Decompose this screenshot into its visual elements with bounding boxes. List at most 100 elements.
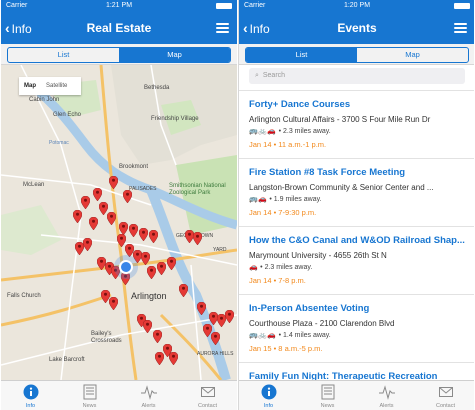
map-type-control: Map Satellite (19, 77, 81, 95)
event-date: Jan 14 • 7-9:30 p.m. (249, 208, 317, 217)
alerts-icon (140, 385, 157, 400)
map-pin-icon[interactable] (155, 352, 164, 365)
tab-alerts[interactable]: Alerts (357, 381, 416, 410)
events-screen: Carrier 1:20 PM ‹ Info Events List Map ⌕ … (238, 0, 474, 410)
tab-contact[interactable]: Contact (416, 381, 474, 410)
alerts-icon (378, 385, 395, 400)
tab-info[interactable]: Info (239, 381, 298, 410)
status-bar: Carrier 1:21 PM (1, 0, 237, 12)
list-item[interactable]: How the C&O Canal and W&OD Railroad Shap… (239, 226, 474, 294)
tab-news[interactable]: News (298, 381, 357, 410)
list-map-toggle: List Map (245, 47, 469, 63)
event-location: Langston-Brown Community & Senior Center… (249, 183, 434, 192)
map-type-map[interactable]: Map (19, 77, 41, 95)
back-button[interactable]: ‹ Info (243, 20, 270, 37)
map-label-friendship-village: Friendship Village (151, 116, 199, 122)
segment-map[interactable]: Map (119, 48, 230, 62)
map-pin-icon[interactable] (167, 257, 176, 270)
map-pin-icon[interactable] (193, 232, 202, 245)
back-button[interactable]: ‹ Info (5, 20, 32, 37)
list-item[interactable]: Fire Station #8 Task Force Meeting Langs… (239, 158, 474, 226)
map-type-satellite[interactable]: Satellite (41, 77, 72, 95)
map-pin-icon[interactable] (93, 188, 102, 201)
map-pin-icon[interactable] (157, 262, 166, 275)
tab-alerts[interactable]: Alerts (119, 381, 178, 410)
list-map-toggle: List Map (7, 47, 231, 63)
map-label-baileys-crossroads: Bailey's Crossroads (91, 331, 122, 344)
list-item[interactable]: In-Person Absentee Voting Courthouse Pla… (239, 294, 474, 362)
contact-icon (438, 387, 453, 397)
segment-list[interactable]: List (8, 48, 119, 62)
map-label-cabin-john: Cabin John (29, 97, 60, 103)
map-pin-icon[interactable] (179, 284, 188, 297)
tab-label: Contact (436, 403, 455, 409)
map-pin-icon[interactable] (225, 310, 234, 323)
tab-contact[interactable]: Contact (178, 381, 237, 410)
map-pin-icon[interactable] (211, 332, 220, 345)
chevron-left-icon: ‹ (5, 20, 10, 36)
map-label-lake-barcroft: Lake Barcroft (49, 357, 85, 363)
tab-label: Info (25, 403, 36, 409)
event-location: Arlington Cultural Affairs - 3700 S Four… (249, 115, 431, 124)
event-distance: • 1.9 miles away. (269, 196, 322, 203)
navigation-bar: ‹ Info Real Estate (1, 12, 237, 44)
events-list: Forty+ Dance Courses Arlington Cultural … (239, 90, 474, 380)
segment-map[interactable]: Map (357, 48, 468, 62)
map-view[interactable]: Map Satellite Bethesda Cabin John Glen E… (1, 65, 237, 380)
news-icon (83, 384, 96, 400)
tab-label: News (82, 403, 97, 409)
event-distance-row: 🚌🚲🚗 • 2.3 miles away. (249, 127, 465, 137)
map-pin-icon[interactable] (73, 210, 82, 223)
screenshot-stage: Carrier 1:21 PM ‹ Info Real Estate List M… (0, 0, 475, 410)
map-pin-icon[interactable] (141, 252, 150, 265)
map-pin-icon[interactable] (109, 297, 118, 310)
search-icon: ⌕ (255, 72, 259, 79)
list-item[interactable]: Family Fun Night: Therapeutic Recreation (239, 362, 474, 380)
map-pin-icon[interactable] (109, 176, 118, 189)
search-input[interactable]: ⌕ Search (249, 68, 465, 84)
map-pin-icon[interactable] (123, 190, 132, 203)
map-pin-icon[interactable] (75, 242, 84, 255)
map-pin-icon[interactable] (153, 330, 162, 343)
map-label-brookmont: Brookmont (119, 164, 149, 170)
event-distance-row: 🚗 • 2.3 miles away. (249, 263, 465, 273)
map-label-bethesda: Bethesda (144, 85, 170, 91)
event-date: Jan 14 • 7-8 p.m. (249, 276, 306, 285)
segment-bar: List Map (239, 44, 474, 65)
tab-news[interactable]: News (60, 381, 119, 410)
tab-bar: Info News Alerts Contact (239, 380, 474, 410)
map-pin-icon[interactable] (81, 196, 90, 209)
event-location: Marymount University - 4655 26th St N (249, 251, 387, 260)
tab-info[interactable]: Info (1, 381, 60, 410)
map-label-mclean: McLean (23, 182, 45, 188)
map-pin-icon[interactable] (89, 217, 98, 230)
event-distance: • 2.3 miles away. (278, 128, 331, 135)
map-label-glen-echo: Glen Echo (53, 112, 82, 118)
map-pin-icon[interactable] (169, 352, 178, 365)
event-distance-row: 🚌🚲🚗 • 1.4 miles away. (249, 331, 465, 341)
tab-label: Info (263, 403, 274, 409)
map-pin-icon[interactable] (149, 230, 158, 243)
map-pin-icon[interactable] (129, 224, 138, 237)
map-label-yard: YARD (213, 247, 227, 253)
list-item[interactable]: Forty+ Dance Courses Arlington Cultural … (239, 90, 474, 158)
real-estate-screen: Carrier 1:21 PM ‹ Info Real Estate List M… (1, 0, 237, 410)
map-pin-icon[interactable] (83, 238, 92, 251)
tab-label: Alerts (141, 403, 156, 409)
tab-label: Contact (198, 403, 217, 409)
map-pin-icon[interactable] (143, 320, 152, 333)
map-pin-icon[interactable] (107, 212, 116, 225)
map-label-potomac: Potomac (49, 140, 69, 146)
hamburger-icon[interactable] (454, 23, 467, 33)
map-label-aurora-hills: AURORA HILLS (197, 351, 234, 357)
news-icon (321, 384, 334, 400)
battery-icon (454, 3, 470, 9)
hamburger-icon[interactable] (216, 23, 229, 33)
map-pin-icon[interactable] (139, 228, 148, 241)
search-placeholder: Search (262, 72, 286, 79)
map-pin-icon[interactable] (147, 266, 156, 279)
transport-mode-icons: 🚌🚗 (249, 196, 268, 203)
event-location: Courthouse Plaza - 2100 Clarendon Blvd (249, 319, 395, 328)
segment-list[interactable]: List (246, 48, 357, 62)
map-pin-icon[interactable] (197, 302, 206, 315)
